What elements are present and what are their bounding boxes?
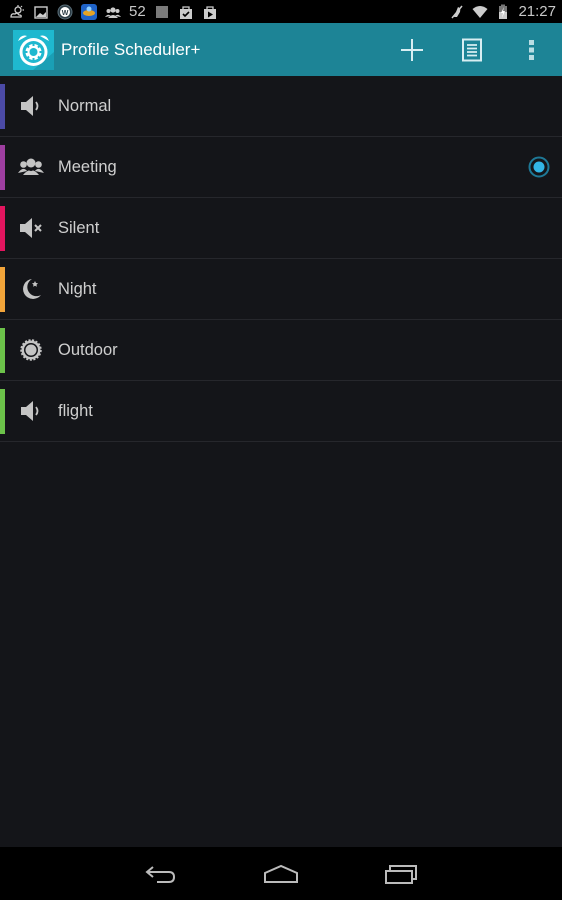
home-icon <box>264 864 298 883</box>
profile-item-normal[interactable]: Normal <box>0 76 562 137</box>
profile-color-strip <box>0 206 5 251</box>
profile-item-silent[interactable]: Silent <box>0 198 562 259</box>
recents-button[interactable] <box>341 847 461 900</box>
profile-item-flight[interactable]: flight <box>0 381 562 442</box>
weather-icon <box>10 4 24 18</box>
mute-icon <box>451 5 464 18</box>
profile-item-meeting[interactable]: Meeting <box>0 137 562 198</box>
profile-item-outdoor[interactable]: Outdoor <box>0 320 562 381</box>
profile-label: Silent <box>58 218 100 237</box>
back-icon <box>145 865 176 883</box>
navigation-bar <box>0 847 562 900</box>
moon-star-icon <box>23 279 41 299</box>
status-bar: W 52 21:27 <box>0 0 562 23</box>
profile-color-strip <box>0 389 5 434</box>
profile-color-strip <box>0 84 5 129</box>
overflow-menu-button[interactable] <box>502 23 562 76</box>
profile-label: flight <box>58 401 93 420</box>
game-app-icon <box>81 3 97 20</box>
home-button[interactable] <box>221 847 341 900</box>
speaker-mute-icon <box>20 218 42 238</box>
profile-item-night[interactable]: Night <box>0 259 562 320</box>
image-icon <box>34 5 48 19</box>
group-icon <box>18 158 44 175</box>
profile-label: Meeting <box>58 157 117 176</box>
speaker-icon <box>21 401 39 421</box>
profile-color-strip <box>0 267 5 312</box>
app-logo-icon[interactable] <box>13 29 54 70</box>
log-button[interactable] <box>442 23 502 76</box>
battery-charging-icon <box>499 4 508 19</box>
action-bar: Profile Scheduler+ <box>0 23 562 76</box>
profile-color-strip <box>0 145 5 190</box>
svg-text:W: W <box>62 10 69 17</box>
active-profile-radio[interactable] <box>528 156 550 178</box>
profile-label: Outdoor <box>58 340 118 359</box>
sun-icon <box>20 339 42 361</box>
notification-count: 52 <box>129 3 146 20</box>
play-store-icon <box>203 5 216 19</box>
back-button[interactable] <box>101 847 221 900</box>
group-icon <box>105 6 121 18</box>
profile-color-strip <box>0 328 5 373</box>
document-icon <box>462 38 482 61</box>
more-vertical-icon <box>529 39 534 60</box>
add-profile-button[interactable] <box>382 23 442 76</box>
recents-icon <box>385 864 417 884</box>
profile-list: Normal Meeting Silent Night Outdoor flig… <box>0 76 562 442</box>
profile-label: Normal <box>58 96 112 115</box>
shopping-bag-check-icon <box>179 5 192 19</box>
app-title: Profile Scheduler+ <box>61 39 201 59</box>
wordpress-icon: W <box>57 4 73 19</box>
speaker-icon <box>21 96 39 116</box>
wifi-icon <box>472 5 488 18</box>
profile-label: Night <box>58 279 97 298</box>
plus-icon <box>401 38 423 61</box>
clock: 21:27 <box>518 3 556 20</box>
barcode-icon <box>156 5 168 18</box>
